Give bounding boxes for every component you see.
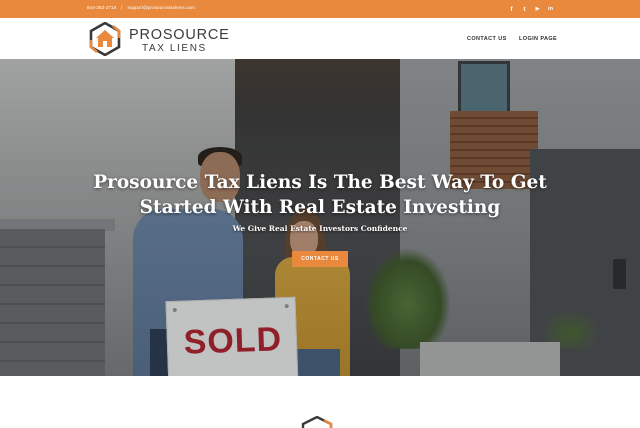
nav-login-page[interactable]: LOGIN PAGE	[519, 36, 557, 42]
contact-info: 844-263-2718 | support@prosourcetaxliens.c…	[87, 5, 195, 10]
logo-subtitle[interactable]: TAX LIENS	[142, 43, 207, 54]
hero-title: Prosource Tax Liens Is The Best Way To G…	[60, 170, 580, 220]
youtube-icon[interactable]: ▶	[533, 5, 542, 14]
content-section	[0, 376, 640, 426]
logo-house-icon[interactable]	[88, 22, 122, 56]
facebook-icon[interactable]: f	[507, 5, 516, 14]
logo-house-icon	[300, 416, 334, 428]
linkedin-icon[interactable]: in	[546, 5, 555, 14]
logo-title[interactable]: PROSOURCE	[129, 27, 230, 43]
top-bar: 844-263-2718 | support@prosourcetaxliens.c…	[0, 0, 640, 18]
contact-separator: |	[121, 5, 122, 10]
hero-contact-button[interactable]: CONTACT US	[292, 251, 348, 267]
email-address[interactable]: support@prosourcetaxliens.com	[128, 5, 196, 10]
hero-section: SOLD Prosource Tax Liens Is The Best Way…	[0, 59, 640, 376]
nav-contact-us[interactable]: CONTACT US	[467, 36, 507, 42]
site-header: PROSOURCE TAX LIENS CONTACT US LOGIN PAG…	[0, 18, 640, 59]
hero-subtitle: We Give Real Estate Investors Confidence	[160, 224, 480, 233]
phone-number[interactable]: 844-263-2718	[87, 5, 116, 10]
twitter-icon[interactable]: t	[520, 5, 529, 14]
